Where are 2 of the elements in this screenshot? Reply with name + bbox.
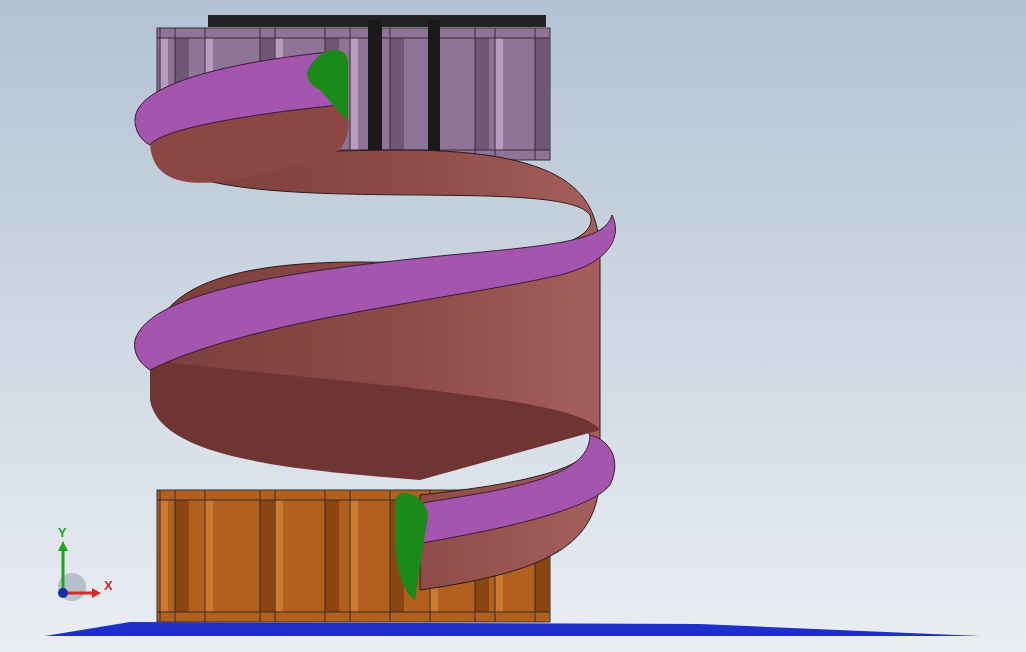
axis-label: Y [58,526,67,539]
axis-label: X [104,579,113,592]
